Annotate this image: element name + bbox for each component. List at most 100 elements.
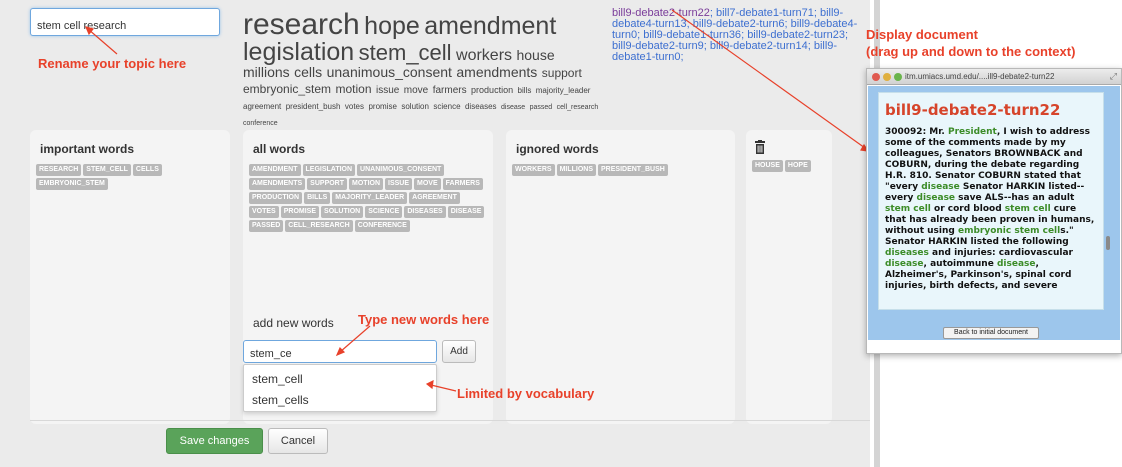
word-tag[interactable]: SUPPORT: [307, 178, 348, 190]
suggestion-item[interactable]: stem_cell: [252, 372, 303, 386]
cloud-word[interactable]: votes: [345, 102, 364, 111]
rename-annotation: Rename your topic here: [38, 56, 187, 71]
word-tag[interactable]: SOLUTION: [321, 206, 364, 218]
word-tag[interactable]: PRESIDENT_BUSH: [598, 164, 668, 176]
cloud-word[interactable]: passed: [530, 104, 553, 111]
ignored-words-title: ignored words: [516, 142, 599, 156]
topic-name-input[interactable]: [30, 8, 220, 36]
word-tag[interactable]: HOPE: [784, 160, 811, 172]
highlighted-term: disease: [916, 193, 956, 203]
fullscreen-icon[interactable]: ⤢: [1110, 71, 1117, 82]
document-segment: and injuries: cardiovascular: [928, 248, 1073, 258]
cloud-word[interactable]: research: [243, 8, 360, 41]
cloud-word[interactable]: disease: [501, 104, 525, 111]
cloud-word[interactable]: workers: [456, 47, 512, 64]
cloud-word[interactable]: majority_leader: [536, 86, 591, 95]
back-to-initial-button[interactable]: Back to initial document: [943, 327, 1039, 339]
add-word-input[interactable]: [243, 340, 437, 363]
cloud-word[interactable]: farmers: [433, 85, 467, 96]
word-tag[interactable]: PASSED: [249, 220, 284, 232]
ignored-words-column[interactable]: ignored words WORKERS MILLIONS PRESIDENT_B…: [506, 130, 735, 424]
cloud-word[interactable]: amendments: [456, 64, 537, 80]
word-tag[interactable]: CELLS: [132, 164, 162, 176]
word-tag[interactable]: ISSUE: [385, 178, 413, 190]
save-changes-button[interactable]: Save changes: [166, 428, 263, 454]
cloud-word[interactable]: support: [542, 66, 582, 80]
word-tag[interactable]: STEM_CELL: [83, 164, 131, 176]
minimize-window-icon[interactable]: [883, 73, 891, 81]
cloud-word[interactable]: millions: [243, 64, 290, 80]
important-words-column[interactable]: important words RESEARCH STEM_CELL CELLS EM…: [30, 130, 230, 424]
cloud-word[interactable]: hope: [364, 12, 420, 40]
cloud-word[interactable]: agreement: [243, 102, 281, 111]
cloud-word[interactable]: embryonic_stem: [243, 82, 331, 96]
word-tag[interactable]: MOVE: [414, 178, 441, 190]
word-tag[interactable]: VOTES: [249, 206, 279, 218]
cloud-word[interactable]: promise: [368, 102, 396, 111]
word-tag[interactable]: PRODUCTION: [249, 192, 303, 204]
trash-tags: HOUSE HOPE: [752, 160, 832, 174]
document-url: itm.umiacs.umd.edu/....ill9-debate2-turn…: [905, 72, 1055, 81]
word-tag[interactable]: FARMERS: [442, 178, 483, 190]
word-tag[interactable]: WORKERS: [512, 164, 555, 176]
word-tag[interactable]: LEGISLATION: [302, 164, 356, 176]
word-tag[interactable]: RESEARCH: [36, 164, 82, 176]
word-tag[interactable]: MAJORITY_LEADER: [332, 192, 408, 204]
word-tag[interactable]: BILLS: [304, 192, 331, 204]
document-links: bill9-debate2-turn22; bill7-debate1-turn…: [612, 7, 858, 63]
cloud-word[interactable]: cells: [294, 64, 322, 80]
cloud-word[interactable]: legislation: [243, 38, 354, 66]
zoom-window-icon[interactable]: [894, 73, 902, 81]
cloud-word[interactable]: diseases: [465, 102, 497, 111]
word-tag[interactable]: CONFERENCE: [354, 220, 410, 232]
all-words-tags: AMENDMENT LEGISLATION UNANIMOUS_CONSENT AME…: [249, 164, 491, 234]
cloud-word[interactable]: science: [433, 102, 460, 111]
cloud-word[interactable]: unanimous_consent: [327, 64, 452, 80]
word-tag[interactable]: MOTION: [349, 178, 384, 190]
word-tag[interactable]: PROMISE: [280, 206, 320, 218]
word-tag[interactable]: MILLIONS: [556, 164, 597, 176]
trash-icon: [755, 140, 765, 154]
word-tag[interactable]: DISEASE: [447, 206, 485, 218]
highlighted-term: stem cell: [1004, 204, 1051, 214]
document-segment: 300092: Mr.: [885, 127, 948, 137]
word-tag[interactable]: CELL_RESEARCH: [285, 220, 353, 232]
display-annotation-line1: Display document: [866, 27, 978, 42]
word-tag[interactable]: AMENDMENT: [249, 164, 301, 176]
cloud-word[interactable]: production: [471, 85, 513, 95]
add-word-button[interactable]: Add: [442, 340, 476, 363]
document-link[interactable]: bill9-debate2-turn14: [710, 40, 808, 52]
word-tag[interactable]: AMENDMENTS: [249, 178, 306, 190]
cloud-word[interactable]: move: [404, 85, 428, 96]
cancel-button[interactable]: Cancel: [268, 428, 328, 454]
cloud-word[interactable]: motion: [335, 82, 371, 96]
document-segment: , autoimmune: [923, 259, 997, 269]
close-window-icon[interactable]: [872, 73, 880, 81]
word-tag[interactable]: UNANIMOUS_CONSENT: [357, 164, 445, 176]
word-tag[interactable]: HOUSE: [752, 160, 783, 172]
document-frame: bill9-debate2-turn22 300092: Mr. Preside…: [868, 86, 1120, 310]
cloud-word[interactable]: president_bush: [286, 102, 341, 111]
add-new-words-label: add new words: [253, 316, 334, 330]
cloud-word[interactable]: bills: [518, 86, 532, 95]
cloud-word[interactable]: solution: [401, 102, 429, 111]
highlighted-term: embryonic stem cell: [957, 226, 1061, 236]
cloud-word[interactable]: cell_research: [557, 104, 599, 111]
highlighted-term: diseases: [885, 248, 929, 258]
cloud-word[interactable]: stem_cell: [359, 40, 452, 65]
cloud-word[interactable]: conference: [243, 120, 278, 127]
word-tag[interactable]: SCIENCE: [365, 206, 403, 218]
cloud-word[interactable]: issue: [376, 85, 399, 96]
suggestion-item[interactable]: stem_cells: [252, 393, 309, 407]
highlighted-term: President: [947, 127, 997, 137]
document-body[interactable]: bill9-debate2-turn22 300092: Mr. Preside…: [878, 92, 1104, 310]
document-titlebar[interactable]: itm.umiacs.umd.edu/....ill9-debate2-turn…: [867, 69, 1121, 85]
trash-column[interactable]: HOUSE HOPE: [746, 130, 832, 424]
word-tag[interactable]: AGREEMENT: [409, 192, 460, 204]
word-tag[interactable]: EMBRYONIC_STEM: [36, 178, 108, 190]
cloud-word[interactable]: amendment: [424, 12, 556, 40]
document-scroll-thumb[interactable]: [1106, 236, 1110, 250]
word-tag[interactable]: DISEASES: [404, 206, 446, 218]
cloud-word[interactable]: house: [516, 47, 554, 63]
document-window[interactable]: itm.umiacs.umd.edu/....ill9-debate2-turn…: [866, 68, 1122, 354]
